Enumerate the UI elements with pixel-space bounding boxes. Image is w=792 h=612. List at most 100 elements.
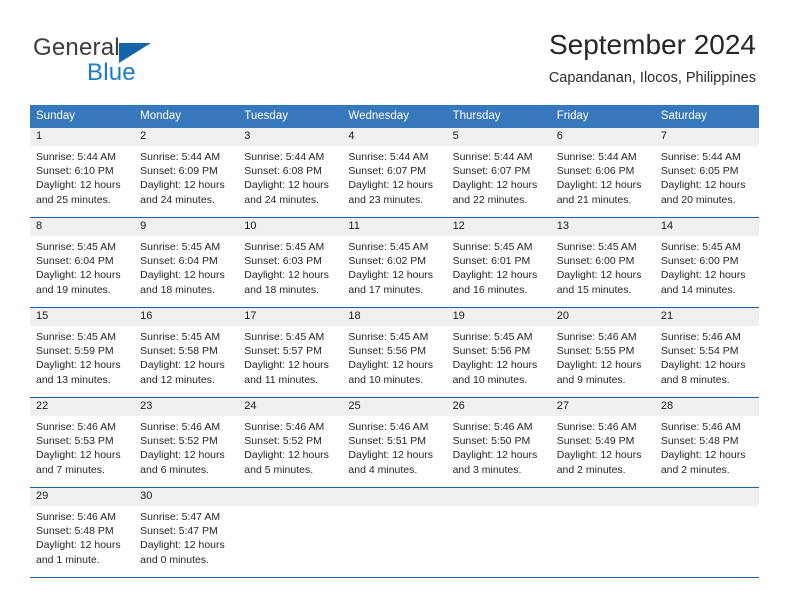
- day-details: Sunrise: 5:46 AM Sunset: 5:51 PM Daylight:…: [342, 416, 446, 477]
- calendar-day-cell[interactable]: 23 Sunrise: 5:46 AM Sunset: 5:52 PM Dayligh…: [134, 398, 239, 487]
- day-number: 29: [30, 488, 135, 506]
- calendar-day-cell[interactable]: 7 Sunrise: 5:44 AM Sunset: 6:05 PM Daylight…: [654, 128, 759, 217]
- day-number: 14: [654, 218, 759, 236]
- calendar-day-cell[interactable]: 28 Sunrise: 5:46 AM Sunset: 5:48 PM Dayligh…: [654, 398, 759, 487]
- sunrise-text: Sunrise: 5:46 AM: [36, 511, 116, 523]
- sunrise-text: Sunrise: 5:45 AM: [452, 241, 533, 253]
- calendar-day-cell[interactable]: 30 Sunrise: 5:47 AM Sunset: 5:47 PM Dayligh…: [134, 488, 239, 577]
- daylight-text-line1: Daylight: 12 hours: [348, 179, 434, 192]
- sunset-text: Sunset: 5:52 PM: [140, 435, 218, 448]
- calendar-day-cell[interactable]: 1 Sunrise: 5:44 AM Sunset: 6:10 PM Daylight…: [30, 128, 135, 217]
- sunrise-text: Sunrise: 5:45 AM: [348, 331, 429, 343]
- calendar-day-cell[interactable]: 26 Sunrise: 5:46 AM Sunset: 5:50 PM Dayligh…: [446, 398, 551, 487]
- calendar-day-cell[interactable]: 20 Sunrise: 5:46 AM Sunset: 5:55 PM Dayligh…: [550, 308, 655, 397]
- day-details: Sunrise: 5:45 AM Sunset: 6:04 PM Daylight:…: [30, 236, 134, 297]
- day-details: Sunrise: 5:45 AM Sunset: 5:59 PM Daylight:…: [30, 326, 134, 387]
- daylight-text-line1: Daylight: 12 hours: [556, 359, 642, 372]
- day-details: Sunrise: 5:45 AM Sunset: 5:57 PM Daylight:…: [238, 326, 342, 387]
- sunrise-text: Sunrise: 5:45 AM: [348, 241, 429, 253]
- calendar-day-cell[interactable]: 5 Sunrise: 5:44 AM Sunset: 6:07 PM Daylight…: [446, 128, 551, 217]
- day-number: 28: [654, 398, 759, 416]
- day-number: 8: [30, 218, 135, 236]
- daylight-text-line2: and 0 minutes.: [140, 553, 210, 566]
- calendar-day-cell[interactable]: 11 Sunrise: 5:45 AM Sunset: 6:02 PM Dayligh…: [342, 218, 447, 307]
- daylight-text-line1: Daylight: 12 hours: [140, 449, 225, 462]
- calendar-page: General Blue September 2024 Capandanan, …: [0, 0, 792, 612]
- calendar-day-cell[interactable]: 9 Sunrise: 5:45 AM Sunset: 6:04 PM Daylight…: [134, 218, 239, 307]
- calendar-day-cell[interactable]: 2 Sunrise: 5:44 AM Sunset: 6:09 PM Daylight…: [134, 128, 239, 217]
- calendar-week-row: 1 Sunrise: 5:44 AM Sunset: 6:10 PM Daylight…: [30, 128, 759, 217]
- calendar-day-cell[interactable]: 13 Sunrise: 5:45 AM Sunset: 6:00 PM Dayligh…: [550, 218, 655, 307]
- daylight-text-line2: and 12 minutes.: [140, 373, 215, 386]
- calendar-day-cell[interactable]: 8 Sunrise: 5:45 AM Sunset: 6:04 PM Daylight…: [30, 218, 135, 307]
- daylight-text-line2: and 6 minutes.: [140, 463, 210, 476]
- calendar-grid: Sunday Monday Tuesday Wednesday Thursday…: [30, 105, 759, 578]
- daylight-text-line2: and 2 minutes.: [660, 463, 730, 476]
- sunset-text: Sunset: 6:01 PM: [452, 255, 531, 268]
- page-subtitle: Capandanan, Ilocos, Philippines: [548, 70, 756, 86]
- sunset-text: Sunset: 5:56 PM: [452, 345, 531, 358]
- weekday-header-wednesday: Wednesday: [348, 110, 409, 122]
- calendar-day-cell[interactable]: 29 Sunrise: 5:46 AM Sunset: 5:48 PM Dayligh…: [30, 488, 135, 577]
- day-number: 1: [30, 128, 135, 146]
- daylight-text-line2: and 24 minutes.: [140, 193, 215, 206]
- daylight-text-line2: and 5 minutes.: [244, 463, 314, 476]
- day-number: 19: [446, 308, 551, 326]
- sunrise-text: Sunrise: 5:45 AM: [660, 241, 741, 253]
- calendar-day-cell[interactable]: 24 Sunrise: 5:46 AM Sunset: 5:52 PM Dayligh…: [238, 398, 343, 487]
- weekday-header-row: Sunday Monday Tuesday Wednesday Thursday…: [30, 105, 759, 128]
- weekday-header-saturday: Saturday: [660, 110, 707, 122]
- sunrise-text: Sunrise: 5:45 AM: [556, 241, 637, 253]
- general-blue-logo[interactable]: General Blue: [33, 34, 233, 86]
- calendar-week-row: 8 Sunrise: 5:45 AM Sunset: 6:04 PM Daylight…: [30, 217, 759, 307]
- sunset-text: Sunset: 5:58 PM: [140, 345, 218, 358]
- calendar-day-cell[interactable]: 21 Sunrise: 5:46 AM Sunset: 5:54 PM Dayligh…: [654, 308, 759, 397]
- calendar-day-cell[interactable]: 17 Sunrise: 5:45 AM Sunset: 5:57 PM Dayligh…: [238, 308, 343, 397]
- calendar-day-cell[interactable]: 19 Sunrise: 5:45 AM Sunset: 5:56 PM Dayligh…: [446, 308, 551, 397]
- calendar-day-cell[interactable]: 12 Sunrise: 5:45 AM Sunset: 6:01 PM Dayligh…: [446, 218, 551, 307]
- calendar-day-cell[interactable]: 10 Sunrise: 5:45 AM Sunset: 6:03 PM Dayligh…: [238, 218, 343, 307]
- day-number: [446, 488, 551, 506]
- daylight-text-line2: and 25 minutes.: [36, 193, 111, 206]
- daylight-text-line1: Daylight: 12 hours: [452, 449, 538, 462]
- daylight-text-line1: Daylight: 12 hours: [140, 359, 225, 372]
- daylight-text-line1: Daylight: 12 hours: [348, 449, 434, 462]
- daylight-text-line1: Daylight: 12 hours: [36, 449, 121, 462]
- calendar-day-cell[interactable]: 6 Sunrise: 5:44 AM Sunset: 6:06 PM Daylight…: [550, 128, 655, 217]
- daylight-text-line1: Daylight: 12 hours: [556, 179, 642, 192]
- daylight-text-line1: Daylight: 12 hours: [140, 539, 225, 552]
- daylight-text-line1: Daylight: 12 hours: [36, 359, 121, 372]
- calendar-day-cell[interactable]: 25 Sunrise: 5:46 AM Sunset: 5:51 PM Dayligh…: [342, 398, 447, 487]
- calendar-day-cell[interactable]: 14 Sunrise: 5:45 AM Sunset: 6:00 PM Dayligh…: [654, 218, 759, 307]
- sunrise-text: Sunrise: 5:45 AM: [244, 331, 325, 343]
- daylight-text-line1: Daylight: 12 hours: [36, 269, 121, 282]
- calendar-day-cell[interactable]: 18 Sunrise: 5:45 AM Sunset: 5:56 PM Dayligh…: [342, 308, 447, 397]
- day-number: 5: [446, 128, 551, 146]
- daylight-text-line1: Daylight: 12 hours: [348, 359, 434, 372]
- calendar-day-cell[interactable]: 3 Sunrise: 5:44 AM Sunset: 6:08 PM Daylight…: [238, 128, 343, 217]
- daylight-text-line2: and 13 minutes.: [36, 373, 111, 386]
- day-details: Sunrise: 5:45 AM Sunset: 5:58 PM Daylight:…: [134, 326, 238, 387]
- day-number: 27: [550, 398, 655, 416]
- day-number: 12: [446, 218, 551, 236]
- day-number: 10: [238, 218, 343, 236]
- day-number: [342, 488, 447, 506]
- sunrise-text: Sunrise: 5:46 AM: [244, 421, 325, 433]
- sunrise-text: Sunrise: 5:46 AM: [348, 421, 429, 433]
- calendar-day-cell[interactable]: 15 Sunrise: 5:45 AM Sunset: 5:59 PM Dayligh…: [30, 308, 135, 397]
- day-number: 6: [550, 128, 655, 146]
- day-number: 18: [342, 308, 447, 326]
- weekday-header-friday: Friday: [556, 110, 589, 122]
- calendar-empty-cell: [238, 488, 343, 577]
- calendar-week-row: 29 Sunrise: 5:46 AM Sunset: 5:48 PM Dayligh…: [30, 487, 759, 577]
- calendar-day-cell[interactable]: 27 Sunrise: 5:46 AM Sunset: 5:49 PM Dayligh…: [550, 398, 655, 487]
- calendar-day-cell[interactable]: 4 Sunrise: 5:44 AM Sunset: 6:07 PM Daylight…: [342, 128, 447, 217]
- calendar-day-cell[interactable]: 22 Sunrise: 5:46 AM Sunset: 5:53 PM Dayligh…: [30, 398, 135, 487]
- day-number: 22: [30, 398, 135, 416]
- day-details: Sunrise: 5:46 AM Sunset: 5:53 PM Daylight:…: [30, 416, 134, 477]
- calendar-day-cell[interactable]: 16 Sunrise: 5:45 AM Sunset: 5:58 PM Dayligh…: [134, 308, 239, 397]
- daylight-text-line2: and 11 minutes.: [244, 373, 319, 386]
- weekday-header-thursday: Thursday: [452, 110, 501, 122]
- day-number: 23: [134, 398, 239, 416]
- sunset-text: Sunset: 6:09 PM: [140, 165, 218, 178]
